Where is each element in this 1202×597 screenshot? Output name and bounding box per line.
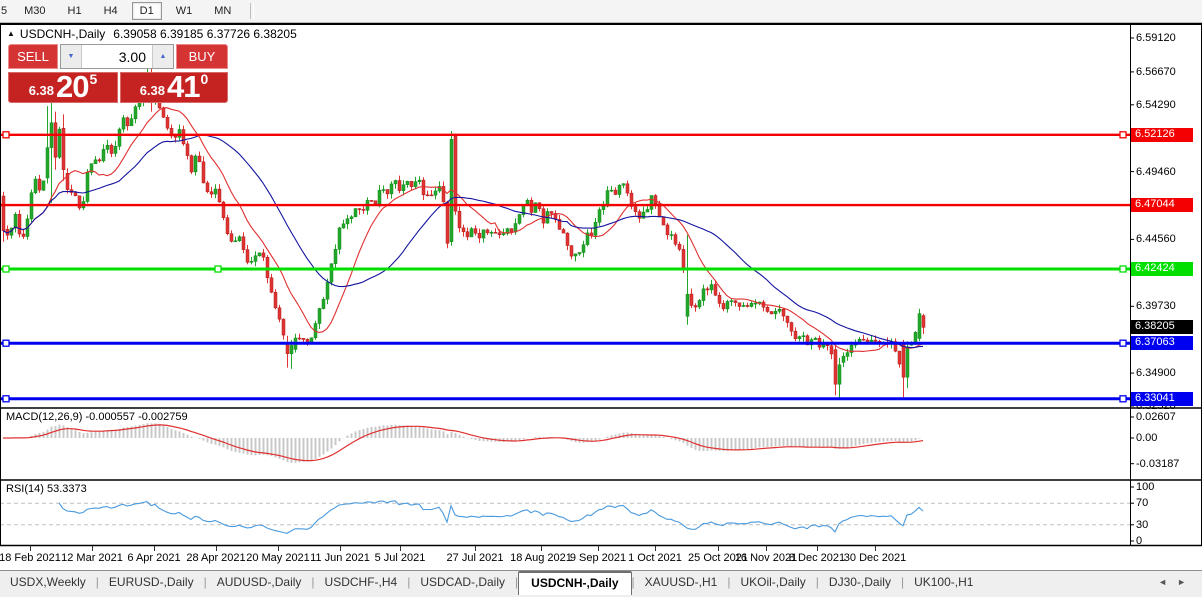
- sell-button[interactable]: SELL: [8, 44, 58, 69]
- macd-values: -0.000557 -0.002759: [85, 411, 188, 423]
- date-tick-label: 12 Mar 2021: [61, 552, 123, 564]
- rsi-label: RSI(14) 53.3373: [6, 483, 87, 495]
- timeframe-toolbar: 5 M30 H1 H4 D1 W1 MN: [0, 0, 1202, 23]
- date-tick-label: 28 Apr 2021: [186, 552, 246, 564]
- buy-button[interactable]: BUY: [176, 44, 228, 69]
- toolbar-separator: [250, 3, 255, 19]
- price-tick-label: 6.59120: [1136, 32, 1176, 44]
- tab-audusd-daily[interactable]: AUDUSD-,Daily: [207, 571, 312, 592]
- tab-ukoil-daily[interactable]: UKOil-,Daily: [730, 571, 815, 592]
- trading-terminal: 5 M30 H1 H4 D1 W1 MN ▲ USDCNH-,Daily 6.39058 6.3…: [0, 0, 1202, 597]
- chart-ohlc-values: 6.39058 6.39185 6.37726 6.38205: [113, 27, 297, 41]
- buy-price-big-digits: 41: [167, 68, 200, 104]
- buy-price-pip-digit: 0: [200, 71, 209, 87]
- date-tick-label: 16 Nov 2021: [734, 552, 798, 564]
- date-tick-label: 6 Apr 2021: [127, 552, 181, 564]
- macd-tick-label: 0.02607: [1136, 411, 1176, 423]
- tab-usdx-weekly[interactable]: USDX,Weekly: [0, 571, 96, 592]
- timeframe-button-m30[interactable]: M30: [16, 2, 53, 20]
- volume-increase-button[interactable]: ▲: [152, 45, 173, 68]
- volume-decrease-button[interactable]: ▼: [61, 45, 82, 68]
- date-tick-label: 18 Feb 2021: [0, 552, 61, 564]
- tab-dj30-daily[interactable]: DJ30-,Daily: [819, 571, 901, 592]
- price-tick-label: 6.44560: [1136, 233, 1176, 246]
- rsi-tick-label: 0: [1136, 535, 1143, 547]
- tab-usdcnh-daily[interactable]: USDCNH-,Daily: [518, 571, 632, 595]
- buy-price-display[interactable]: 6.38 41 0: [120, 68, 228, 104]
- volume-input[interactable]: 3.00: [82, 45, 152, 68]
- date-tick-label: 5 Jul 2021: [374, 552, 426, 564]
- date-tick-label: 11 Jun 2021: [310, 552, 370, 564]
- timeframe-button-mn[interactable]: MN: [206, 2, 239, 20]
- date-tick-label: 30 Dec 2021: [843, 552, 907, 564]
- timeframe-button-5[interactable]: 5: [0, 2, 10, 20]
- level-price-label: 6.37063: [1131, 336, 1193, 351]
- price-tick-label: 6.56670: [1136, 65, 1176, 78]
- level-price-label: 6.42424: [1131, 261, 1193, 276]
- date-tick-label: 9 Sep 2021: [569, 552, 627, 564]
- date-tick-label: 27 Jul 2021: [446, 552, 504, 564]
- tab-usdchf-h4[interactable]: USDCHF-,H4: [315, 571, 408, 592]
- date-tick-label: 8 Dec 2021: [788, 552, 846, 564]
- price-tick-label: 6.39730: [1136, 300, 1176, 313]
- rsi-tick-label: 30: [1136, 518, 1149, 531]
- buy-price-prefix: 6.38: [139, 83, 166, 98]
- level-price-label: 6.33041: [1131, 391, 1193, 406]
- chart-tabs-bar: USDX,Weekly | EURUSD-,Daily | AUDUSD-,Daily |…: [0, 570, 1202, 597]
- chart-symbol-label: USDCNH-,Daily: [19, 27, 106, 41]
- collapse-trade-panel-icon[interactable]: ▲: [7, 29, 15, 38]
- sell-price-big-digits: 20: [56, 68, 89, 104]
- tab-uk100-h1[interactable]: UK100-,H1: [904, 571, 983, 592]
- rsi-value: 53.3373: [46, 483, 87, 495]
- date-tick-label: 20 May 2021: [246, 552, 310, 564]
- sell-price-display[interactable]: 6.38 20 5: [8, 68, 118, 104]
- tab-eurusd-daily[interactable]: EURUSD-,Daily: [99, 571, 204, 592]
- date-tick-label: 1 Oct 2021: [628, 552, 682, 564]
- date-tick-label: 18 Aug 2021: [510, 552, 572, 564]
- tab-xauusd-h1[interactable]: XAUUSD-,H1: [635, 571, 728, 592]
- timeframe-button-h1[interactable]: H1: [60, 2, 90, 20]
- rsi-tick-label: 70: [1136, 497, 1149, 510]
- tab-usdcad-daily[interactable]: USDCAD-,Daily: [410, 571, 515, 592]
- macd-tick-label: 0.00: [1136, 432, 1158, 444]
- macd-label: MACD(12,26,9) -0.000557 -0.002759: [6, 411, 188, 423]
- level-price-label: 6.47044: [1131, 198, 1193, 213]
- rsi-tick-label: 100: [1136, 481, 1155, 493]
- chart-title: ▲ USDCNH-,Daily 6.39058 6.39185 6.37726 6.…: [7, 27, 297, 41]
- one-click-trade-panel: SELL ▼ 3.00 ▲ BUY 6.38 20 5 6.38 41 0: [8, 44, 228, 103]
- tab-scroll-right-icon[interactable]: ►: [1177, 577, 1196, 587]
- chart-window-border: [0, 23, 1202, 25]
- timeframe-button-h4[interactable]: H4: [96, 2, 126, 20]
- sell-price-pip-digit: 5: [89, 71, 98, 87]
- timeframe-button-w1[interactable]: W1: [168, 2, 201, 20]
- tab-scroll-left-icon[interactable]: ◄: [1158, 577, 1177, 587]
- price-tick-label: 6.49460: [1136, 165, 1176, 178]
- price-tick-label: 6.34900: [1136, 367, 1176, 380]
- current-price-label: 6.38205: [1131, 320, 1193, 335]
- volume-spinner: ▼ 3.00 ▲: [60, 44, 174, 69]
- price-tick-label: 6.54290: [1136, 98, 1176, 111]
- sell-price-prefix: 6.38: [28, 83, 55, 98]
- timeframe-button-d1[interactable]: D1: [131, 2, 162, 20]
- tab-scroll-arrows: ◄►: [1158, 577, 1196, 587]
- macd-tick-label: -0.03187: [1136, 457, 1180, 470]
- level-price-label: 6.52126: [1131, 127, 1193, 142]
